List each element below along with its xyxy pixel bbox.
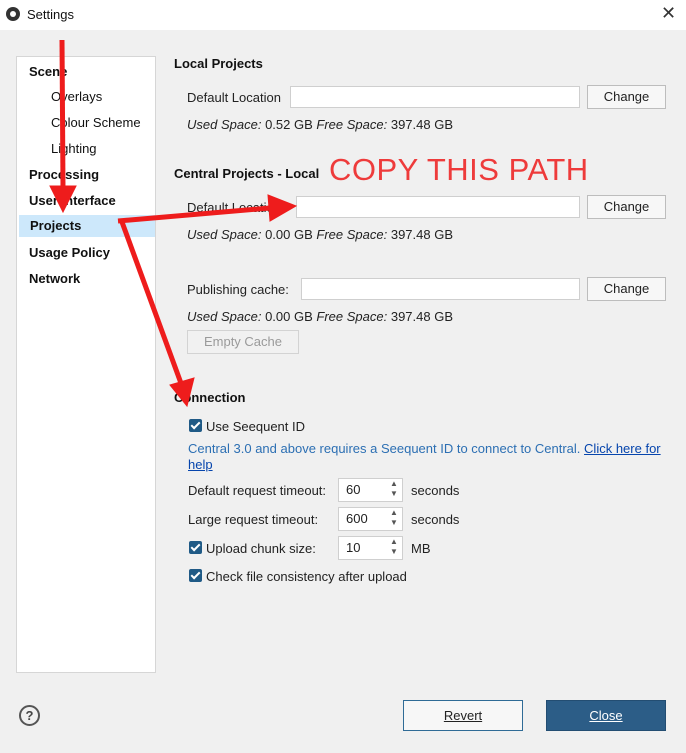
default-timeout-stepper[interactable]: 60 ▲ ▼	[338, 478, 403, 502]
used-space-label: Used Space:	[187, 309, 262, 324]
sidebar-item-user-interface[interactable]: User Interface	[29, 193, 116, 208]
central-space-readout: Used Space: 0.00 GB Free Space: 397.48 G…	[187, 227, 453, 242]
default-timeout-label: Default request timeout:	[188, 483, 327, 498]
use-seequent-id-checkbox[interactable]	[189, 419, 202, 432]
sidebar-item-colour-scheme[interactable]: Colour Scheme	[51, 115, 141, 130]
sidebar-item-network[interactable]: Network	[29, 271, 80, 286]
check-consistency-label: Check file consistency after upload	[206, 569, 407, 584]
sidebar-item-projects[interactable]: Projects	[19, 215, 155, 237]
publishing-cache-field[interactable]	[301, 278, 580, 300]
seequent-info-text: Central 3.0 and above requires a Seequen…	[188, 441, 668, 473]
cache-used-space-value: 0.00 GB	[265, 309, 313, 324]
close-icon[interactable]: ✕	[661, 4, 676, 22]
sidebar-item-scene[interactable]: Scene	[29, 64, 67, 79]
window-title: Settings	[27, 7, 74, 22]
free-space-label: Free Space:	[316, 117, 388, 132]
used-space-value: 0.52 GB	[265, 117, 313, 132]
local-space-readout: Used Space: 0.52 GB Free Space: 397.48 G…	[187, 117, 453, 132]
local-change-button[interactable]: Change	[587, 85, 666, 109]
help-icon[interactable]: ?	[19, 705, 40, 726]
sidebar-item-lighting[interactable]: Lighting	[51, 141, 97, 156]
empty-cache-button[interactable]: Empty Cache	[187, 330, 299, 354]
publishing-change-button[interactable]: Change	[587, 277, 666, 301]
free-space-label: Free Space:	[316, 227, 388, 242]
central-change-button[interactable]: Change	[587, 195, 666, 219]
used-space-label: Used Space:	[187, 117, 262, 132]
check-consistency-checkbox[interactable]	[189, 569, 202, 582]
central-projects-heading: Central Projects - Local	[174, 166, 320, 181]
title-bar: Settings ✕	[0, 0, 686, 30]
large-timeout-label: Large request timeout:	[188, 512, 319, 527]
large-timeout-stepper[interactable]: 600 ▲ ▼	[338, 507, 403, 531]
upload-chunk-label: Upload chunk size:	[206, 541, 316, 556]
free-space-value: 397.48 GB	[390, 227, 453, 242]
connection-heading: Connection	[174, 390, 246, 405]
revert-label: Revert	[443, 708, 483, 723]
large-timeout-value: 600	[346, 511, 368, 526]
free-space-value: 397.48 GB	[390, 117, 453, 132]
stepper-arrows-icon[interactable]: ▲ ▼	[388, 508, 400, 530]
large-timeout-unit: seconds	[411, 512, 460, 527]
upload-chunk-checkbox[interactable]	[189, 541, 202, 554]
stepper-arrows-icon[interactable]: ▲ ▼	[388, 537, 400, 559]
app-logo-icon	[6, 7, 20, 21]
central-default-location-label: Default Location	[187, 200, 281, 215]
cache-space-readout: Used Space: 0.00 GB Free Space: 397.48 G…	[187, 309, 453, 324]
close-label: Close	[589, 708, 623, 723]
stepper-arrows-icon[interactable]: ▲ ▼	[388, 479, 400, 501]
publishing-cache-label: Publishing cache:	[187, 282, 289, 297]
use-seequent-id-label: Use Seequent ID	[206, 419, 306, 434]
close-button[interactable]: Close	[546, 700, 666, 731]
seequent-requirement-text: Central 3.0 and above requires a Seequen…	[188, 441, 581, 456]
upload-chunk-unit: MB	[411, 541, 431, 556]
upload-chunk-value: 10	[346, 540, 361, 555]
upload-chunk-stepper[interactable]: 10 ▲ ▼	[338, 536, 403, 560]
sidebar-item-usage-policy[interactable]: Usage Policy	[29, 245, 110, 260]
revert-button[interactable]: Revert	[403, 700, 523, 731]
local-default-location-field[interactable]	[290, 86, 580, 108]
default-timeout-value: 60	[346, 482, 361, 497]
used-space-value: 0.00 GB	[265, 227, 313, 242]
cache-free-space-value: 397.48 GB	[390, 309, 453, 324]
used-space-label: Used Space:	[187, 227, 262, 242]
free-space-label: Free Space:	[316, 309, 388, 324]
sidebar-item-processing[interactable]: Processing	[29, 167, 99, 182]
sidebar-item-overlays[interactable]: Overlays	[51, 89, 102, 104]
default-timeout-unit: seconds	[411, 483, 460, 498]
local-projects-heading: Local Projects	[174, 56, 263, 71]
annotation-text: COPY THIS PATH	[329, 152, 589, 187]
settings-sidebar: Scene Overlays Colour Scheme Lighting Pr…	[16, 56, 156, 673]
local-default-location-label: Default Location	[187, 90, 281, 105]
central-default-location-field[interactable]	[296, 196, 580, 218]
